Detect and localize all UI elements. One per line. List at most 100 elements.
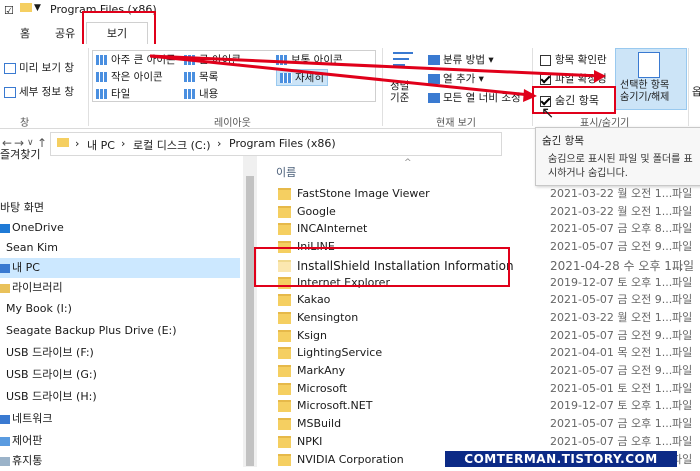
- file-name: NVIDIA Corporation: [297, 452, 404, 466]
- file-type: 파일: [672, 399, 693, 413]
- file-date: 2021-04-01 목 오전 1...: [550, 346, 673, 360]
- file-type: 파일: [672, 204, 693, 218]
- recycle-bin-icon: [0, 456, 10, 466]
- tooltip-body: 숨김으로 표시된 파일 및 폴더를 표시하거나 숨깁니다.: [548, 154, 693, 179]
- file-type: 파일: [672, 364, 693, 377]
- nav-quick-access[interactable]: 즐겨찾기: [0, 145, 240, 165]
- file-type: 파일: [672, 381, 693, 395]
- file-name: NPKI: [297, 434, 323, 448]
- file-name: Kakao: [297, 293, 331, 307]
- file-type: 파일: [672, 310, 693, 324]
- file-date: 2019-12-07 토 오후 1...: [550, 399, 673, 413]
- file-date: 2021-05-07 금 오전 9...: [550, 240, 673, 254]
- file-type: 파일: [672, 222, 693, 236]
- arrow-to-hide-selected: [149, 54, 601, 78]
- file-row[interactable]: Ksign 2021-05-07 금 오전 9... 파일: [258, 327, 700, 345]
- file-row[interactable]: Microsoft.NET 2019-12-07 토 오후 1... 파일: [258, 397, 700, 415]
- folder-icon: [278, 311, 291, 324]
- folder-icon: [278, 294, 291, 307]
- sort-caret-icon: ^: [404, 158, 412, 168]
- breadcrumb-program-files[interactable]: Program Files (x86): [229, 137, 336, 150]
- folder-icon: [278, 347, 291, 360]
- mouse-cursor-icon: ↖: [541, 103, 555, 122]
- file-row[interactable]: Kensington 2021-03-22 월 오전 1... 파일: [258, 309, 700, 327]
- file-name: INCAInternet: [297, 222, 368, 236]
- nav-drive-i[interactable]: My Book (I:): [6, 299, 246, 319]
- file-rows: FastStone Image Viewer 2021-03-22 월 오전 1.…: [258, 184, 700, 467]
- nav-network[interactable]: 네트워크: [0, 409, 240, 429]
- watermark: COMTERMAN.TISTORY.COM: [445, 451, 677, 467]
- file-name: MSBuild: [297, 417, 342, 431]
- library-icon: [0, 283, 10, 293]
- folder-icon: [278, 453, 291, 466]
- file-row[interactable]: LightingService 2021-04-01 목 오전 1... 파일: [258, 344, 700, 362]
- arrow-to-hidden-items: [149, 54, 531, 97]
- nav-this-pc[interactable]: 내 PC: [0, 258, 240, 278]
- folder-icon: [278, 188, 291, 200]
- file-type: 파일: [672, 434, 693, 448]
- nav-onedrive[interactable]: OneDrive: [0, 218, 240, 238]
- file-name: FastStone Image Viewer: [297, 187, 430, 200]
- computer-icon: [0, 263, 10, 273]
- file-name: MarkAny: [297, 364, 346, 377]
- file-row[interactable]: INCAInternet 2021-05-07 금 오후 8... 파일: [258, 220, 700, 238]
- folder-icon: [278, 205, 291, 218]
- folder-icon: [278, 329, 291, 342]
- file-date: 2021-05-07 금 오후 1...: [550, 417, 673, 431]
- file-name: LightingService: [297, 346, 383, 360]
- file-type: 파일: [672, 187, 693, 200]
- file-row[interactable]: Microsoft 2021-05-01 토 오전 1... 파일: [258, 380, 700, 398]
- folder-icon: [278, 418, 291, 431]
- cloud-icon: [0, 223, 10, 233]
- file-name: Google: [297, 204, 336, 218]
- file-row[interactable]: FastStone Image Viewer 2021-03-22 월 오전 1.…: [258, 185, 700, 203]
- file-name: Microsoft.NET: [297, 399, 373, 413]
- tooltip: 숨긴 항목 숨김으로 표시된 파일 및 폴더를 표시하거나 숨깁니다.: [535, 127, 700, 186]
- file-date: 2021-05-01 토 오전 1...: [550, 381, 673, 395]
- file-date: 2021-05-07 금 오후 8...: [550, 222, 673, 236]
- file-date: 2019-12-07 토 오후 1...: [550, 275, 673, 289]
- file-type: 파일: [672, 240, 693, 254]
- file-date: 2021-03-22 월 오전 1...: [550, 310, 673, 324]
- file-date: 2021-04-28 수 오후 1...: [550, 258, 684, 273]
- file-name: Ksign: [297, 328, 327, 342]
- file-date: 2021-05-07 금 오후 1...: [550, 434, 673, 448]
- folder-icon: [278, 400, 291, 413]
- folder-icon: [278, 223, 291, 236]
- file-date: 2021-05-07 금 오전 9...: [550, 364, 673, 377]
- nav-drive-e[interactable]: Seagate Backup Plus Drive (E:): [6, 321, 246, 341]
- arrow-head: [594, 70, 606, 83]
- nav-drive-h[interactable]: USB 드라이브 (H:): [6, 387, 246, 407]
- navigation-pane: 즐겨찾기 바탕 화면 OneDrive Sean Kim 내 PC 라이브러리 …: [0, 148, 246, 467]
- nav-drive-g[interactable]: USB 드라이브 (G:): [6, 365, 246, 385]
- nav-libraries[interactable]: 라이브러리: [0, 278, 240, 298]
- file-row[interactable]: Google 2021-03-22 월 오전 1... 파일: [258, 203, 700, 221]
- file-date: 2021-05-07 금 오전 9...: [550, 293, 673, 307]
- nav-user[interactable]: Sean Kim: [6, 238, 246, 258]
- file-row[interactable]: Kakao 2021-05-07 금 오전 9... 파일: [258, 291, 700, 309]
- control-panel-icon: [0, 436, 10, 446]
- folder-icon: [278, 435, 291, 448]
- nav-scrollbar[interactable]: [243, 156, 257, 467]
- nav-control-panel[interactable]: 제어판: [0, 431, 240, 451]
- file-type: 파일: [672, 328, 693, 342]
- file-type: 파일: [672, 346, 693, 360]
- folder-icon: [278, 382, 291, 395]
- file-type: 파일: [672, 275, 693, 289]
- scrollbar-thumb[interactable]: [246, 176, 254, 466]
- file-name: Microsoft: [297, 381, 348, 395]
- nav-drive-f[interactable]: USB 드라이브 (F:): [6, 343, 246, 363]
- file-row[interactable]: MarkAny 2021-05-07 금 오전 9... 파일: [258, 362, 700, 380]
- file-name: Kensington: [297, 310, 359, 324]
- nav-desktop[interactable]: 바탕 화면: [0, 198, 240, 218]
- highlight-box-hidden-folder: [254, 247, 510, 287]
- tooltip-title: 숨긴 항목: [542, 135, 584, 147]
- file-date: 2021-03-22 월 오전 1...: [550, 187, 673, 200]
- file-row[interactable]: MSBuild 2021-05-07 금 오후 1... 파일: [258, 415, 700, 433]
- file-date: 2021-05-07 금 오전 9...: [550, 328, 673, 342]
- nav-recycle-bin[interactable]: 휴지통: [0, 451, 240, 471]
- network-icon: [0, 414, 10, 424]
- file-row[interactable]: NPKI 2021-05-07 금 오후 1... 파일: [258, 433, 700, 451]
- arrow-head: [523, 89, 537, 102]
- file-date: 2021-03-22 월 오전 1...: [550, 204, 673, 218]
